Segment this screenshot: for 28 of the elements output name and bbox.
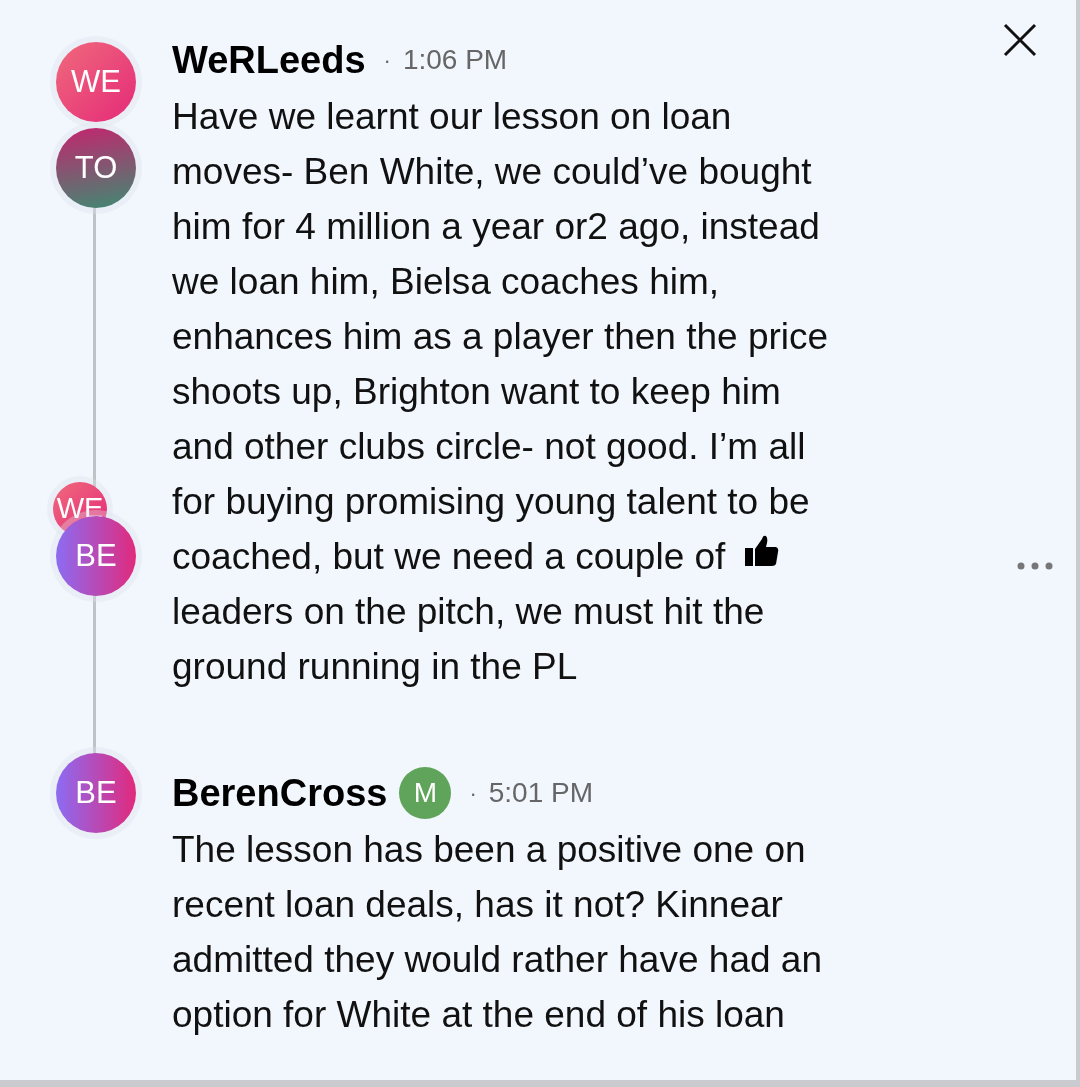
close-button[interactable]	[1002, 22, 1038, 58]
message-text-line: The lesson has been a positive one on	[172, 828, 806, 872]
timestamp: 5:01 PM	[488, 776, 594, 810]
message-text-line: coached, but we need a couple of	[172, 535, 726, 579]
close-icon	[1002, 22, 1038, 58]
message-text-line: ground running in the PL	[172, 645, 578, 689]
message-text-line: Have we learnt our lesson on loan	[172, 95, 732, 139]
separator-dot: ·	[469, 779, 477, 808]
author-name[interactable]: WeRLeeds	[172, 31, 366, 89]
author-name[interactable]: BerenCross	[172, 764, 388, 822]
message-text-line: leaders on the pitch, we must hit the	[172, 590, 765, 634]
message-text-line: enhances him as a player then the price	[172, 315, 829, 359]
message-text-line: for buying promising young talent to be	[172, 480, 810, 524]
message-text-line: admitted they would rather have had an	[172, 938, 822, 982]
message-text-line: moves- Ben White, we could’ve bought	[172, 150, 812, 194]
message-text-line: him for 4 million a year or2 ago, instead	[172, 205, 820, 249]
avatar[interactable]: WE	[56, 42, 136, 122]
message-text-line: option for White at the end of his loan	[172, 993, 785, 1037]
moderator-badge: M	[399, 767, 452, 819]
separator-dot: ·	[383, 46, 391, 75]
message-text-line: we loan him, Bielsa coaches him,	[172, 260, 720, 304]
message-text-line: recent loan deals, has it not? Kinnear	[172, 883, 783, 927]
avatar[interactable]: TO	[56, 128, 136, 208]
more-icon	[1016, 560, 1054, 572]
avatar[interactable]: BE	[56, 753, 136, 833]
message-text-line: and other clubs circle- not good. I’m all	[172, 425, 806, 469]
timestamp: 1:06 PM	[402, 43, 508, 77]
message-text-line: shoots up, Brighton want to keep him	[172, 370, 781, 414]
